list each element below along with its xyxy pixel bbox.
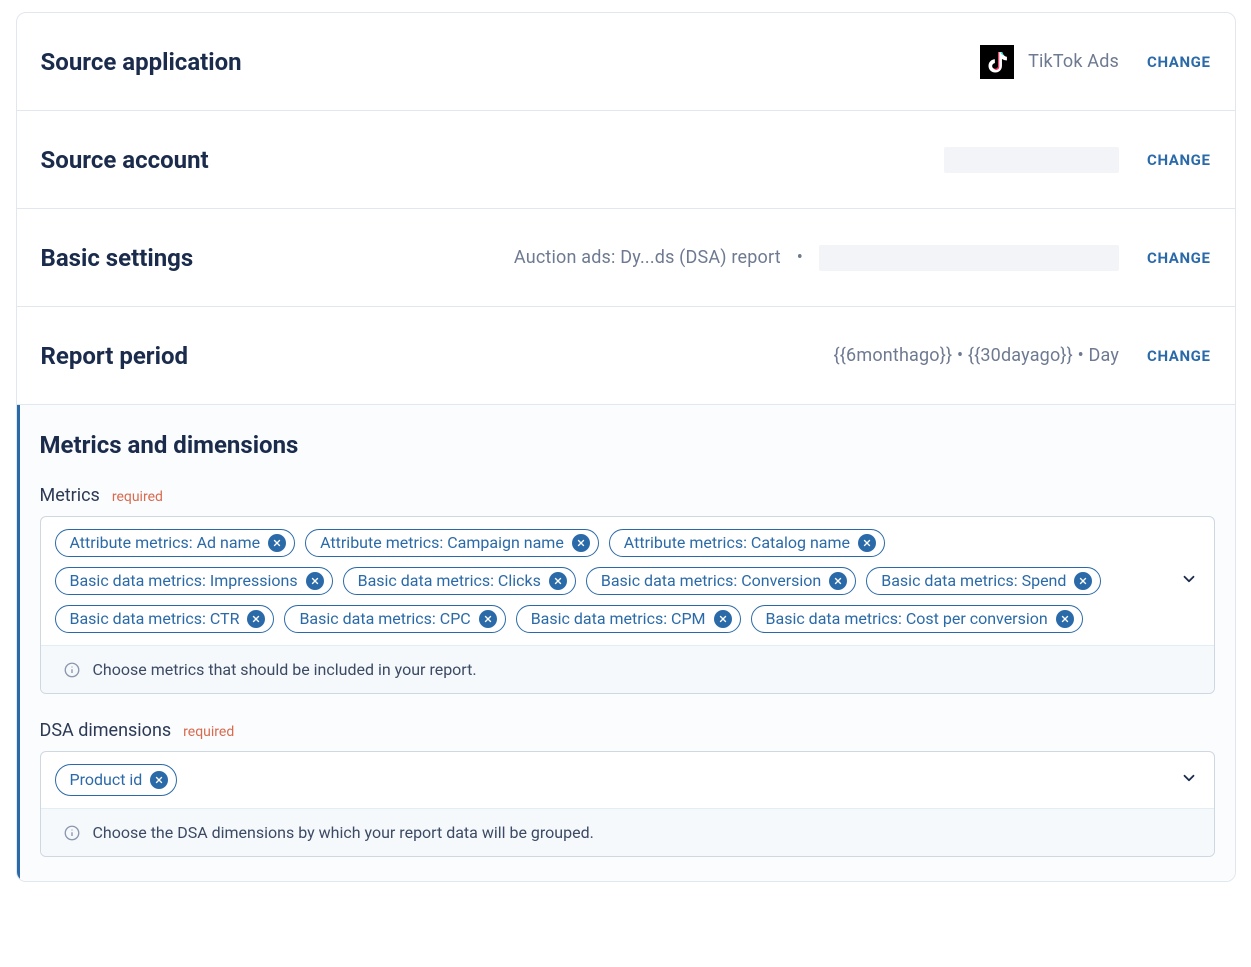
config-card: Source application TikTok Ads CHANGE Sou… bbox=[16, 12, 1236, 882]
section-title: Metrics and dimensions bbox=[40, 431, 1215, 459]
section-title: Report period bbox=[41, 342, 189, 370]
chip-label: Attribute metrics: Campaign name bbox=[320, 535, 564, 551]
redacted-account bbox=[944, 147, 1119, 173]
section-right: Auction ads: Dy...ds (DSA) report • CHAN… bbox=[514, 245, 1211, 271]
section-right: TikTok Ads CHANGE bbox=[980, 45, 1210, 79]
chip[interactable]: Basic data metrics: Cost per conversion bbox=[751, 605, 1083, 633]
chip-label: Basic data metrics: Conversion bbox=[601, 573, 821, 589]
chip-label: Attribute metrics: Ad name bbox=[70, 535, 261, 551]
chip[interactable]: Basic data metrics: CTR bbox=[55, 605, 275, 633]
section-source-account: Source account CHANGE bbox=[17, 111, 1235, 209]
basic-settings-prefix: Auction ads: Dy...ds (DSA) report bbox=[514, 247, 781, 268]
redacted-basic-settings bbox=[819, 245, 1119, 271]
metrics-chips-area[interactable]: Attribute metrics: Ad name Attribute metr… bbox=[41, 517, 1214, 645]
remove-chip-icon[interactable] bbox=[572, 534, 590, 552]
chip[interactable]: Basic data metrics: Conversion bbox=[586, 567, 856, 595]
section-value: TikTok Ads bbox=[980, 45, 1119, 79]
chip-label: Basic data metrics: Impressions bbox=[70, 573, 298, 589]
section-title: Basic settings bbox=[41, 244, 194, 272]
change-button-source-account[interactable]: CHANGE bbox=[1147, 151, 1210, 169]
dsa-hint-bar: Choose the DSA dimensions by which your … bbox=[41, 808, 1214, 856]
section-value: Auction ads: Dy...ds (DSA) report • bbox=[514, 245, 1119, 271]
dsa-label-row: DSA dimensions required bbox=[40, 720, 1215, 741]
chip[interactable]: Attribute metrics: Ad name bbox=[55, 529, 296, 557]
remove-chip-icon[interactable] bbox=[150, 771, 168, 789]
metrics-label: Metrics bbox=[40, 485, 100, 506]
remove-chip-icon[interactable] bbox=[829, 572, 847, 590]
metrics-select: Attribute metrics: Ad name Attribute metr… bbox=[40, 516, 1215, 694]
change-button-source-application[interactable]: CHANGE bbox=[1147, 53, 1210, 71]
chip-label: Basic data metrics: Clicks bbox=[358, 573, 541, 589]
chip[interactable]: Attribute metrics: Campaign name bbox=[305, 529, 599, 557]
dsa-chips-area[interactable]: Product id bbox=[41, 752, 1214, 808]
info-icon bbox=[63, 824, 81, 842]
dsa-select: Product id Choose the DSA dimensions by … bbox=[40, 751, 1215, 857]
change-button-report-period[interactable]: CHANGE bbox=[1147, 347, 1210, 365]
tiktok-icon bbox=[980, 45, 1014, 79]
source-application-value: TikTok Ads bbox=[1028, 51, 1119, 72]
section-title: Source application bbox=[41, 48, 242, 76]
chip[interactable]: Basic data metrics: CPC bbox=[284, 605, 505, 633]
section-basic-settings: Basic settings Auction ads: Dy...ds (DSA… bbox=[17, 209, 1235, 307]
chip-label: Basic data metrics: CPC bbox=[299, 611, 470, 627]
remove-chip-icon[interactable] bbox=[306, 572, 324, 590]
chip-label: Basic data metrics: Spend bbox=[881, 573, 1066, 589]
remove-chip-icon[interactable] bbox=[479, 610, 497, 628]
section-value bbox=[944, 147, 1119, 173]
chip[interactable]: Basic data metrics: CPM bbox=[516, 605, 741, 633]
change-button-basic-settings[interactable]: CHANGE bbox=[1147, 249, 1210, 267]
section-right: {{6monthago}} • {{30dayago}} • Day CHANG… bbox=[834, 345, 1211, 366]
dsa-hint-text: Choose the DSA dimensions by which your … bbox=[93, 823, 594, 842]
required-label: required bbox=[112, 489, 163, 505]
chip[interactable]: Basic data metrics: Spend bbox=[866, 567, 1101, 595]
remove-chip-icon[interactable] bbox=[247, 610, 265, 628]
section-report-period: Report period {{6monthago}} • {{30dayago… bbox=[17, 307, 1235, 405]
section-right: CHANGE bbox=[944, 147, 1210, 173]
separator-dot: • bbox=[795, 247, 805, 268]
remove-chip-icon[interactable] bbox=[549, 572, 567, 590]
remove-chip-icon[interactable] bbox=[1056, 610, 1074, 628]
info-icon bbox=[63, 661, 81, 679]
remove-chip-icon[interactable] bbox=[1074, 572, 1092, 590]
remove-chip-icon[interactable] bbox=[858, 534, 876, 552]
required-label: required bbox=[183, 724, 234, 740]
remove-chip-icon[interactable] bbox=[714, 610, 732, 628]
chip-label: Attribute metrics: Catalog name bbox=[624, 535, 850, 551]
chip-label: Basic data metrics: CPM bbox=[531, 611, 706, 627]
section-source-application: Source application TikTok Ads CHANGE bbox=[17, 13, 1235, 111]
chip-label: Basic data metrics: CTR bbox=[70, 611, 240, 627]
chip-label: Product id bbox=[70, 772, 143, 788]
dsa-label: DSA dimensions bbox=[40, 720, 172, 741]
chip[interactable]: Attribute metrics: Catalog name bbox=[609, 529, 885, 557]
section-metrics-dimensions: Metrics and dimensions Metrics required … bbox=[17, 405, 1235, 881]
metrics-hint-text: Choose metrics that should be included i… bbox=[93, 660, 477, 679]
chip[interactable]: Basic data metrics: Impressions bbox=[55, 567, 333, 595]
chevron-down-icon[interactable] bbox=[1180, 769, 1198, 791]
section-title: Source account bbox=[41, 146, 209, 174]
metrics-hint-bar: Choose metrics that should be included i… bbox=[41, 645, 1214, 693]
remove-chip-icon[interactable] bbox=[268, 534, 286, 552]
chip[interactable]: Product id bbox=[55, 764, 178, 796]
metrics-label-row: Metrics required bbox=[40, 485, 1215, 506]
chip[interactable]: Basic data metrics: Clicks bbox=[343, 567, 576, 595]
chip-label: Basic data metrics: Cost per conversion bbox=[766, 611, 1048, 627]
chevron-down-icon[interactable] bbox=[1180, 570, 1198, 592]
report-period-value: {{6monthago}} • {{30dayago}} • Day bbox=[834, 345, 1120, 366]
